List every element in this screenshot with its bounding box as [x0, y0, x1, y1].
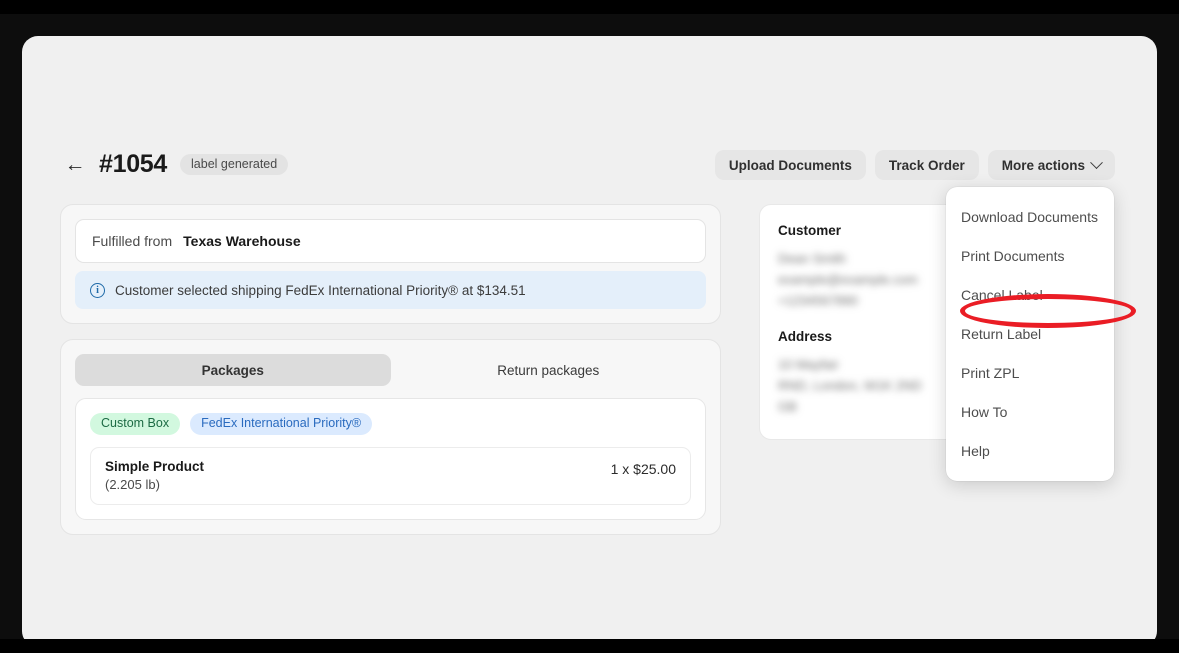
- packages-tabs: Packages Return packages: [75, 354, 706, 386]
- page-header: ← #1054 label generated Upload Documents…: [22, 36, 1157, 211]
- order-title-group: ← #1054 label generated: [64, 150, 289, 179]
- more-actions-dropdown: Download Documents Print Documents Cance…: [946, 187, 1114, 481]
- order-detail-page: ← #1054 label generated Upload Documents…: [22, 36, 1157, 647]
- menu-item-how-to[interactable]: How To: [946, 392, 1114, 431]
- fulfillment-card: Fulfilled from Texas Warehouse i Custome…: [60, 204, 721, 324]
- screen-top-bezel: [0, 0, 1179, 14]
- left-column: Fulfilled from Texas Warehouse i Custome…: [60, 204, 721, 535]
- status-badge: label generated: [180, 153, 289, 176]
- package-panel: Custom Box FedEx International Priority®…: [75, 398, 706, 520]
- chevron-down-icon: [1090, 155, 1103, 169]
- customer-email: example@example.com: [778, 272, 918, 288]
- line-item-name: Simple Product: [105, 458, 205, 474]
- page-title: #1054: [99, 150, 168, 178]
- fulfilled-from-label: Fulfilled from: [92, 233, 173, 249]
- shipping-notice-text: Customer selected shipping FedEx Interna…: [115, 282, 526, 298]
- customer-phone: +1234567890: [778, 293, 858, 309]
- menu-item-print-zpl[interactable]: Print ZPL: [946, 353, 1114, 392]
- customer-heading: Customer: [778, 223, 842, 238]
- right-column: Customer Dean Smith example@example.com …: [759, 204, 974, 441]
- line-item-info: Simple Product (2.205 lb): [105, 459, 204, 492]
- badge-shipping-service: FedEx International Priority®: [190, 413, 373, 435]
- package-badges: Custom Box FedEx International Priority®: [90, 413, 691, 435]
- track-order-button[interactable]: Track Order: [874, 150, 979, 180]
- more-actions-button[interactable]: More actions: [987, 150, 1115, 180]
- menu-item-print-documents[interactable]: Print Documents: [946, 236, 1114, 275]
- tab-return-packages[interactable]: Return packages: [391, 354, 707, 386]
- table-row: Simple Product (2.205 lb) 1 x $25.00: [90, 446, 691, 505]
- upload-documents-label: Upload Documents: [728, 157, 852, 173]
- address-line-2: RND, London, W1K 2ND: [778, 378, 922, 394]
- address-line-3: GB: [778, 399, 797, 415]
- customer-card: Customer Dean Smith example@example.com …: [759, 204, 974, 441]
- badge-box-type: Custom Box: [90, 413, 181, 435]
- info-circle-icon: i: [90, 282, 105, 298]
- menu-item-return-label[interactable]: Return Label: [946, 314, 1114, 353]
- shipping-notice-banner: i Customer selected shipping FedEx Inter…: [75, 271, 706, 309]
- track-order-label: Track Order: [888, 157, 965, 173]
- fulfilled-from-value: Texas Warehouse: [183, 233, 301, 249]
- upload-documents-button[interactable]: Upload Documents: [714, 150, 866, 180]
- tab-packages[interactable]: Packages: [75, 354, 391, 386]
- header-actions: Upload Documents Track Order More action…: [714, 150, 1115, 180]
- screen-bottom-bezel: [0, 639, 1179, 653]
- fulfilled-from-row: Fulfilled from Texas Warehouse: [75, 219, 706, 263]
- menu-item-help[interactable]: Help: [946, 431, 1114, 470]
- packages-card: Packages Return packages Custom Box FedE…: [60, 339, 721, 535]
- menu-item-download-documents[interactable]: Download Documents: [946, 197, 1114, 236]
- customer-name: Dean Smith: [778, 251, 846, 266]
- line-item-price: 1 x $25.00: [610, 460, 676, 477]
- line-item-weight: (2.205 lb): [105, 476, 160, 492]
- more-actions-label: More actions: [1001, 157, 1085, 173]
- device-frame: ← #1054 label generated Upload Documents…: [0, 14, 1179, 647]
- menu-item-cancel-label[interactable]: Cancel Label: [946, 275, 1114, 314]
- address-line-1: 10 Mayfair: [778, 357, 839, 373]
- arrow-left-icon[interactable]: ←: [64, 154, 86, 176]
- address-heading: Address: [778, 329, 833, 345]
